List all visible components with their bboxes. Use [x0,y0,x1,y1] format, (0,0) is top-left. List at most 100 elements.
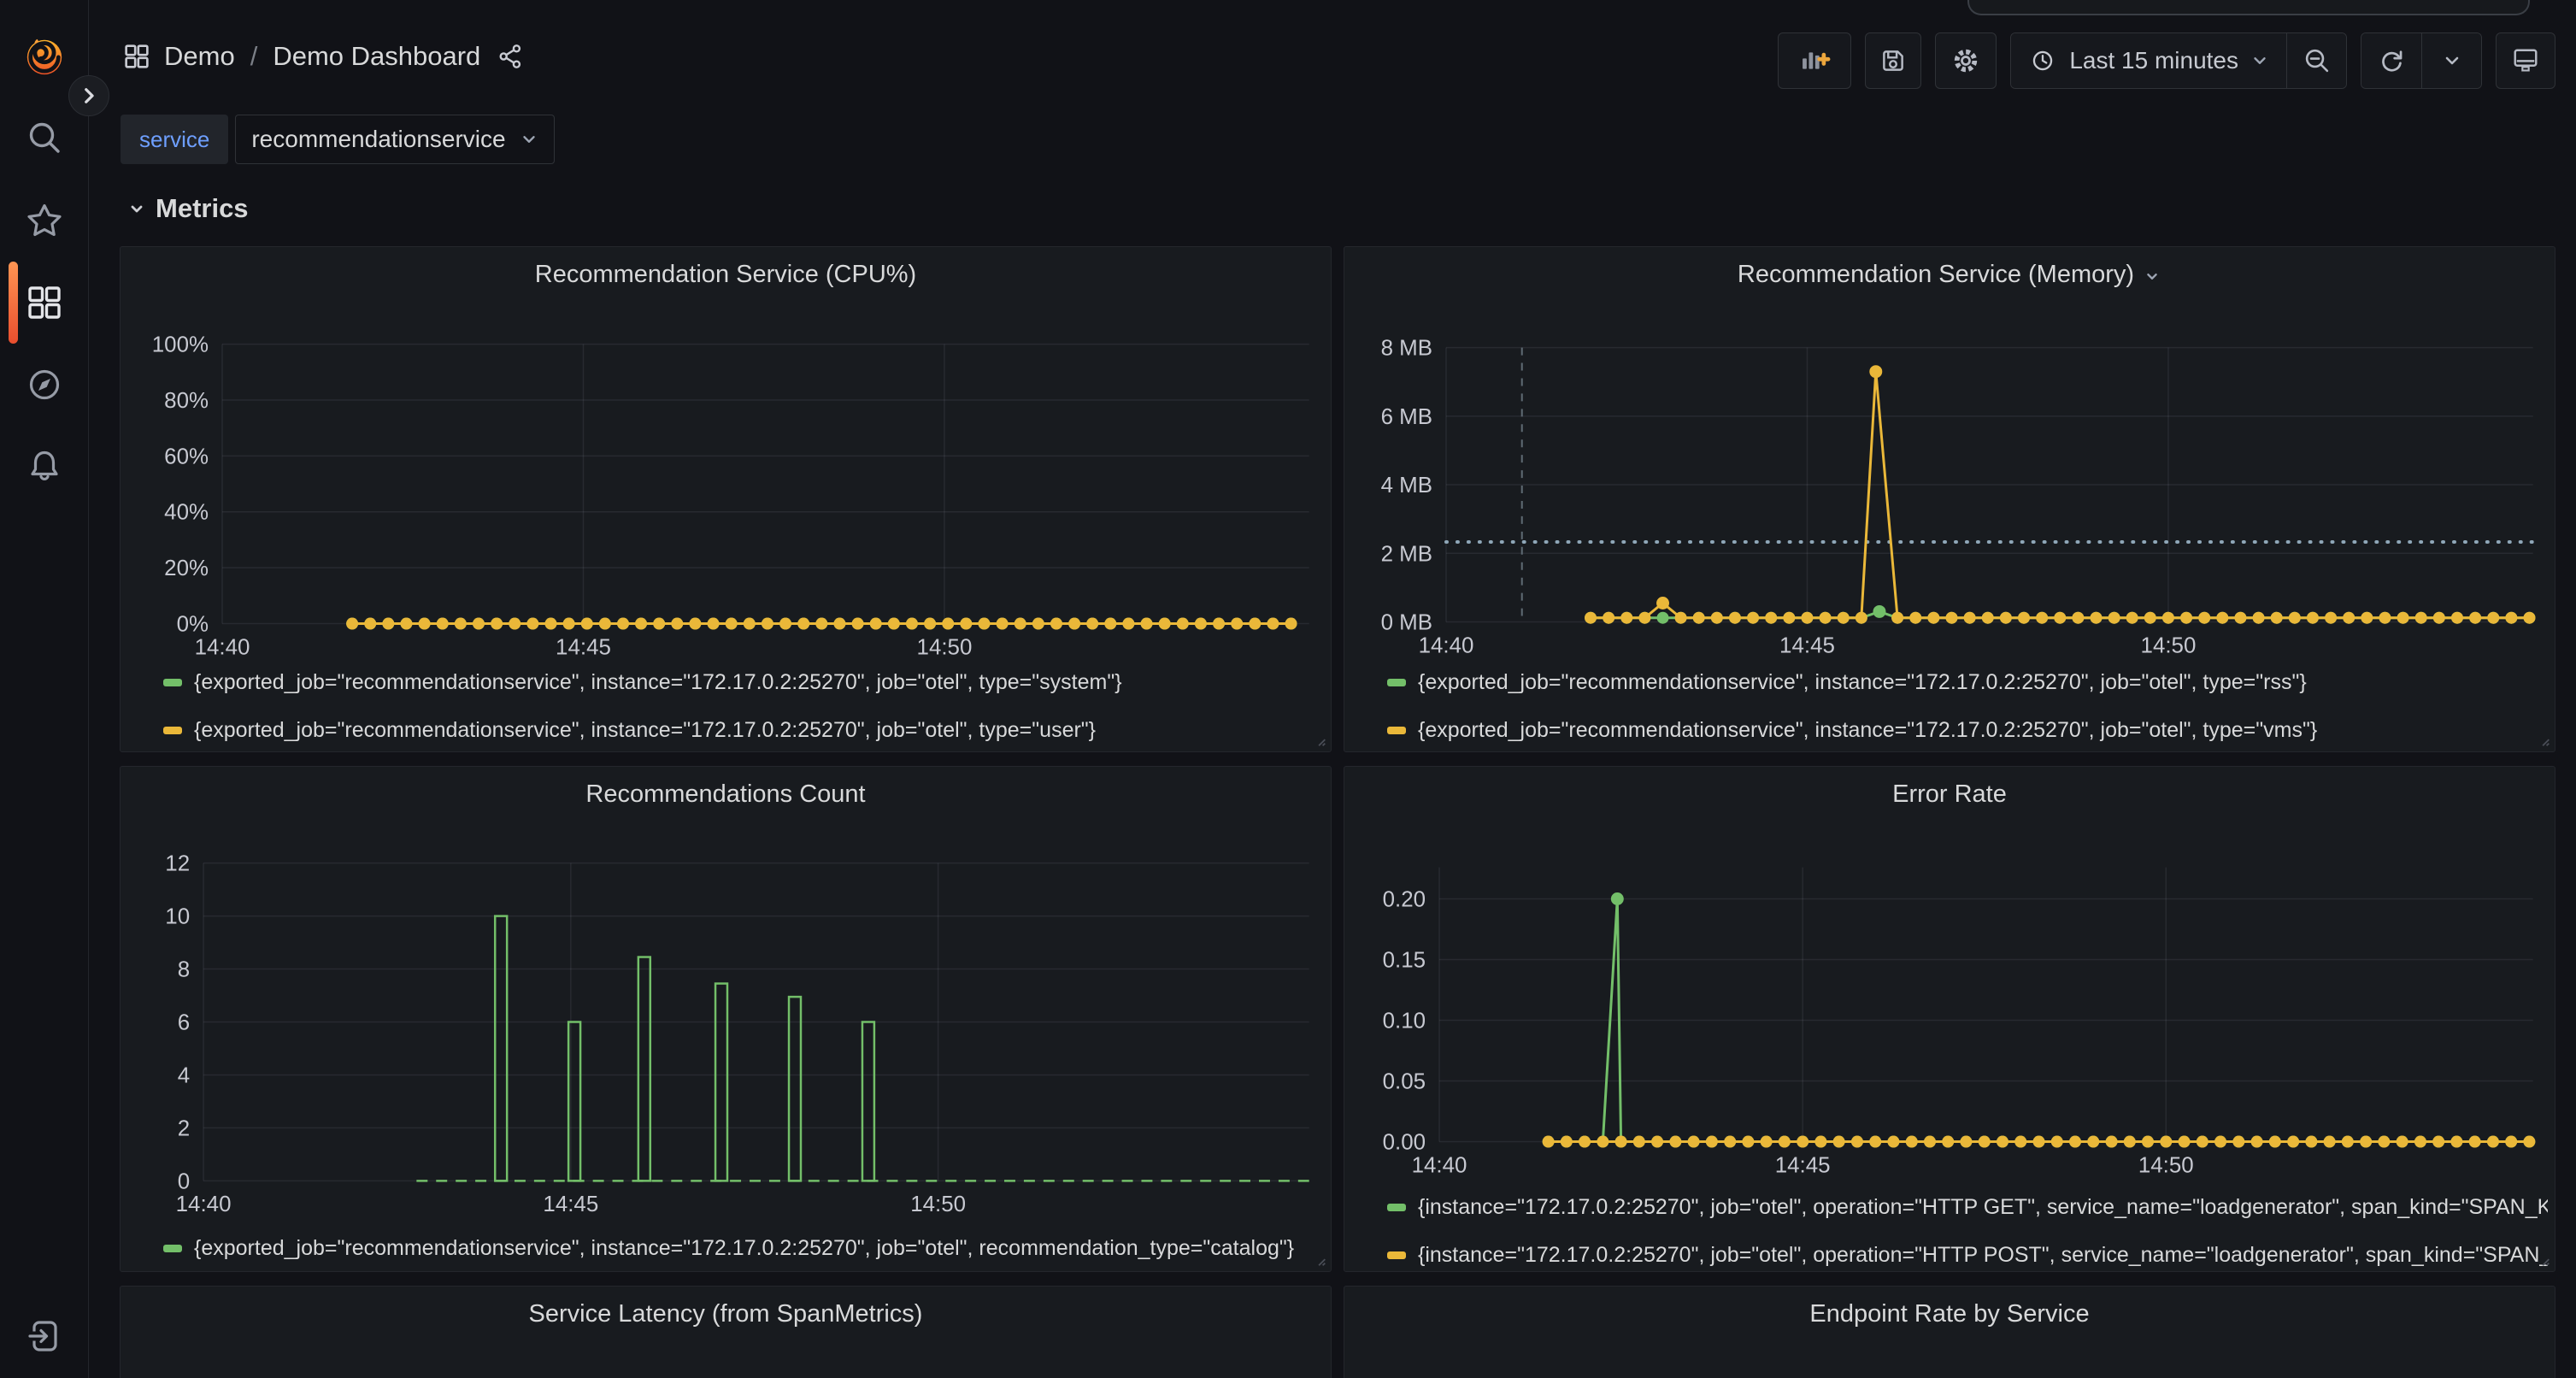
legend-swatch [1387,1251,1406,1259]
time-controls-group: Last 15 minutes [2010,32,2347,89]
chart-legend: {exported_job="recommendationservice", i… [1387,669,2548,765]
svg-text:60%: 60% [164,445,209,468]
panel-resize-handle[interactable] [1312,733,1327,748]
legend-item[interactable]: {exported_job="recommendationservice", i… [163,669,1324,695]
panel-header[interactable]: Service Latency (from SpanMetrics) [121,1287,1331,1341]
svg-text:8 MB: 8 MB [1381,337,1432,361]
explore-compass-icon [26,366,63,403]
panel-service-latency: Service Latency (from SpanMetrics) [120,1286,1332,1378]
svg-text:14:45: 14:45 [556,635,611,659]
legend-label: {instance="172.17.0.2:25270", job="otel"… [1418,1243,2548,1268]
legend-swatch [1387,727,1406,734]
svg-text:14:50: 14:50 [2141,633,2197,657]
search-icon [26,119,63,156]
zoom-out-icon [2302,45,2332,76]
legend-item[interactable]: {exported_job="recommendationservice", i… [163,717,1324,743]
variable-value-dropdown[interactable]: recommendationservice [235,115,554,164]
svg-text:14:45: 14:45 [1775,1153,1831,1177]
sidebar-expand-button[interactable] [68,75,109,116]
sidebar-item-sign-in[interactable] [25,1316,64,1356]
svg-text:10: 10 [165,905,190,929]
grafana-logo[interactable] [23,34,66,77]
breadcrumb-page: Demo Dashboard [273,41,480,72]
add-panel-button[interactable] [1778,32,1851,89]
svg-text:14:40: 14:40 [195,635,250,659]
dashboards-grid-icon [26,284,63,321]
sidebar-item-explore[interactable] [25,365,64,404]
zoom-out-button[interactable] [2286,33,2346,88]
panel-recommendations-count: Recommendations Count 02468101214:4014:4… [120,766,1332,1272]
svg-text:80%: 80% [164,389,209,413]
legend-item[interactable]: {exported_job="recommendationservice", i… [1387,669,2548,695]
refresh-icon [2376,45,2407,76]
panel-resize-handle[interactable] [1312,1252,1327,1268]
svg-text:14:50: 14:50 [910,1192,966,1216]
svg-text:100%: 100% [152,333,209,357]
template-variables: service recommendationservice [121,115,555,164]
svg-text:0%: 0% [177,612,209,636]
variable-label[interactable]: service [121,115,228,164]
sign-in-icon [26,1317,63,1355]
dashboard-settings-button[interactable] [1935,32,1997,89]
svg-text:14:40: 14:40 [1419,633,1474,657]
variable-value: recommendationservice [251,126,505,153]
svg-text:8: 8 [178,958,190,982]
legend-label: {exported_job="recommendationservice", i… [1418,670,2307,695]
svg-text:0 MB: 0 MB [1381,610,1432,634]
time-range-label: Last 15 minutes [2069,47,2238,74]
panel-resize-handle[interactable] [2536,1252,2551,1268]
row-header-metrics[interactable]: Metrics [126,190,249,227]
svg-text:14:50: 14:50 [2138,1153,2194,1177]
sidebar-item-starred[interactable] [25,201,64,240]
svg-text:0.15: 0.15 [1383,948,1426,972]
legend-swatch [163,1245,182,1252]
chevron-down-icon [126,198,147,219]
legend-swatch [1387,1204,1406,1211]
sidebar-item-search[interactable] [25,118,64,157]
time-range-picker[interactable]: Last 15 minutes [2011,33,2286,88]
sidebar-item-alerting[interactable] [25,447,64,486]
legend-label: {exported_job="recommendationservice", i… [194,718,1096,743]
chevron-right-icon [74,81,103,110]
panel-recommendation-memory: Recommendation Service (Memory) 0 MB2 MB… [1344,246,2555,752]
refresh-interval-dropdown[interactable] [2421,33,2481,88]
chevron-down-icon [2250,51,2269,70]
panel-header[interactable]: Endpoint Rate by Service [1344,1287,2555,1341]
legend-item[interactable]: {instance="172.17.0.2:25270", job="otel"… [1387,1242,2548,1268]
alerting-bell-icon [26,448,63,486]
sidebar-item-dashboards[interactable] [25,283,64,322]
svg-text:0: 0 [178,1169,190,1193]
chevron-down-icon [2442,50,2462,71]
sidebar-active-indicator [9,262,18,344]
breadcrumb-section[interactable]: Demo [164,41,235,72]
share-icon[interactable] [497,43,525,70]
gear-icon [1950,44,1982,77]
svg-text:2: 2 [178,1116,190,1140]
kiosk-mode-button[interactable] [2496,32,2555,89]
save-dashboard-icon [1878,45,1908,76]
legend-item[interactable]: {instance="172.17.0.2:25270", job="otel"… [1387,1194,2548,1220]
dashboards-grid-icon [123,43,150,70]
panel-resize-handle[interactable] [2536,733,2551,748]
chart-legend: {exported_job="recommendationservice", i… [163,1235,1324,1283]
browser-overlay [1967,0,2530,15]
legend-item[interactable]: {exported_job="recommendationservice", i… [163,1235,1324,1261]
legend-label: {exported_job="recommendationservice", i… [1418,718,2317,743]
dashboard-toolbar: Last 15 minutes [1778,32,2555,89]
svg-text:2 MB: 2 MB [1381,542,1432,566]
sidebar [0,0,89,1378]
svg-text:4: 4 [178,1063,190,1087]
svg-text:4 MB: 4 MB [1381,474,1432,498]
chart-legend: {instance="172.17.0.2:25270", job="otel"… [1387,1194,2548,1290]
svg-text:14:40: 14:40 [176,1192,232,1216]
svg-text:20%: 20% [164,556,209,580]
save-dashboard-button[interactable] [1865,32,1921,89]
svg-text:40%: 40% [164,501,209,525]
refresh-button[interactable] [2361,33,2421,88]
svg-text:6 MB: 6 MB [1381,405,1432,429]
add-panel-icon [1797,44,1832,78]
legend-item[interactable]: {exported_job="recommendationservice", i… [1387,717,2548,743]
panel-title: Service Latency (from SpanMetrics) [529,1300,923,1328]
bar-chart[interactable]: 02468101214:4014:4514:50 [121,767,1331,1271]
legend-swatch [1387,679,1406,686]
